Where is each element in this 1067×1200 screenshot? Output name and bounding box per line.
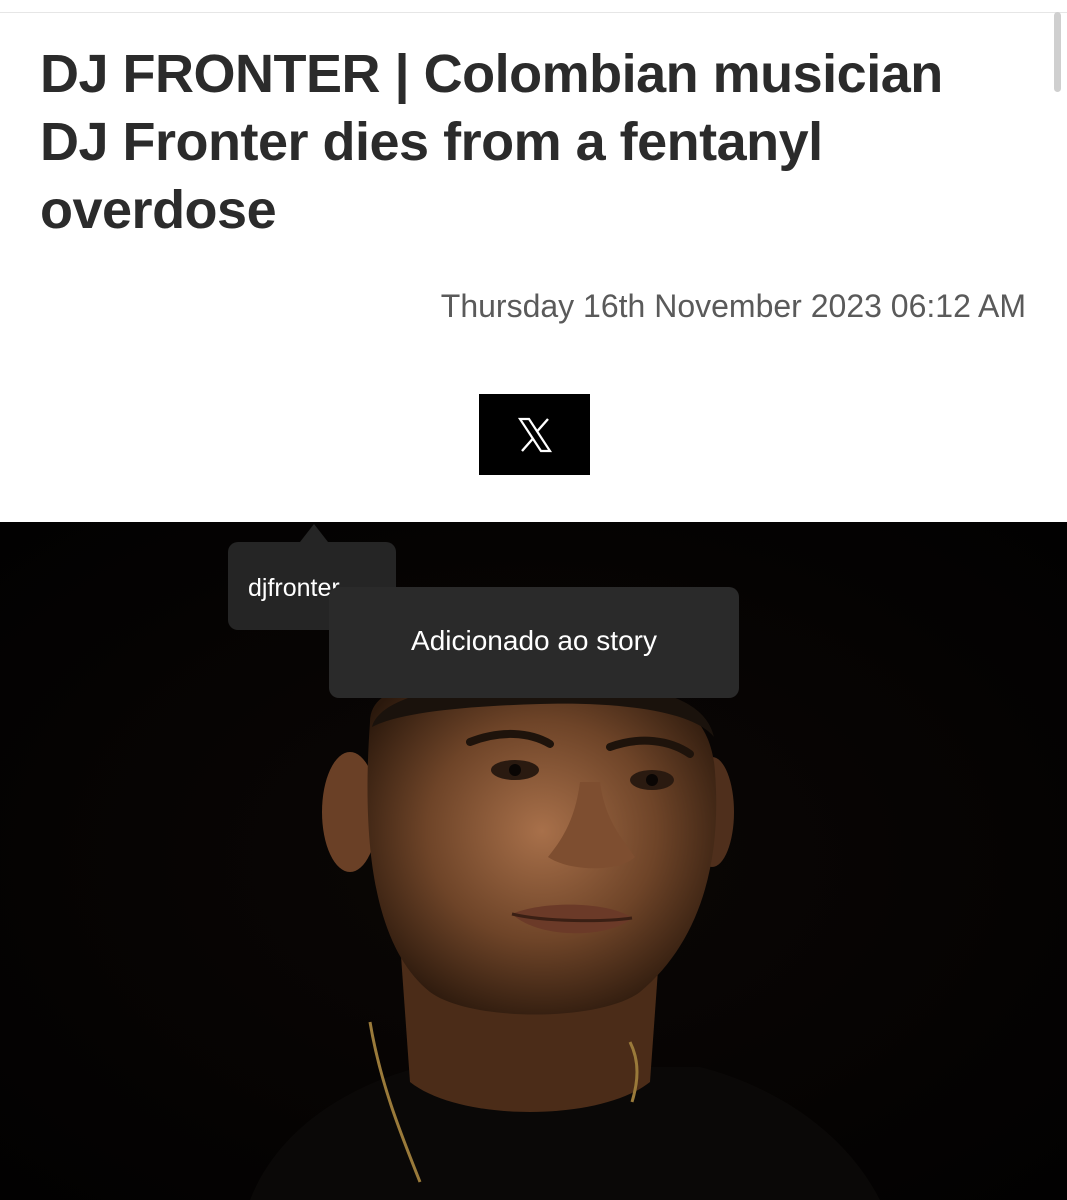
tag-pointer	[300, 524, 328, 542]
article-date: Thursday 16th November 2023 06:12 AM	[440, 288, 1026, 324]
x-logo-icon	[515, 415, 555, 455]
scrollbar-thumb[interactable]	[1054, 12, 1061, 92]
top-divider	[0, 12, 1067, 13]
article-page: DJ FRONTER | Colombian musician DJ Front…	[0, 0, 1067, 1200]
share-x-button[interactable]	[479, 394, 590, 475]
article-headline: DJ FRONTER | Colombian musician DJ Front…	[40, 44, 943, 240]
added-to-story-toast: Adicionado ao story	[329, 587, 739, 698]
